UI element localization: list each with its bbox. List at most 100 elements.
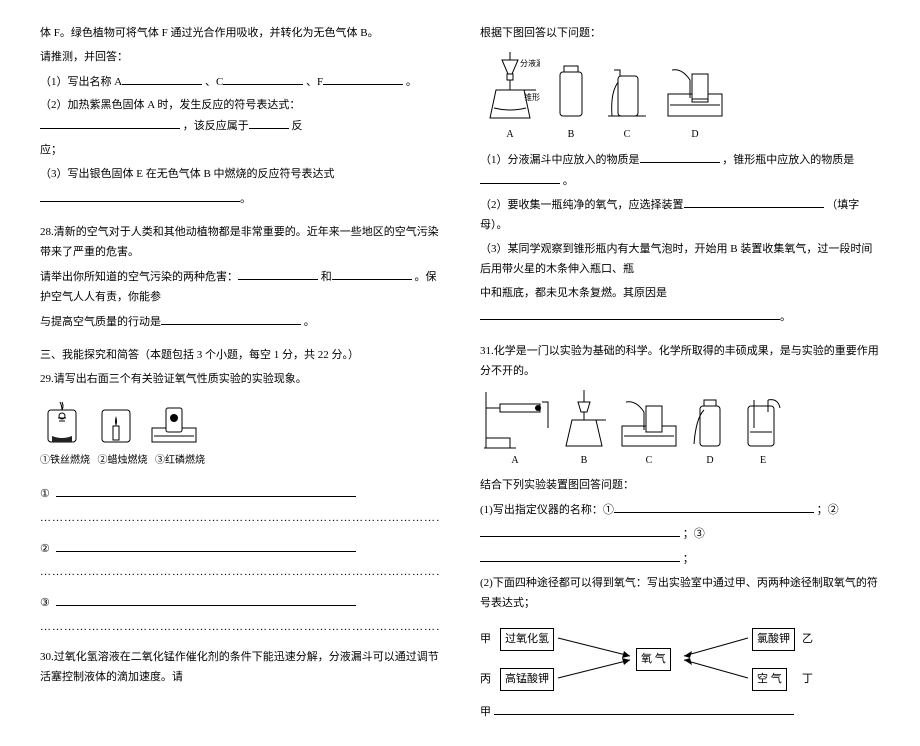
blank (480, 549, 680, 562)
blank (56, 484, 356, 497)
blank (640, 150, 720, 163)
blank (161, 312, 301, 325)
num-2: ② (40, 540, 56, 560)
text: 。 (304, 316, 315, 328)
answer-line-2: ② (40, 539, 440, 560)
question-3: （3）写出银色固体 E 在无色气体 B 中燃烧的反应符号表达式 (40, 165, 440, 185)
label-c: C (646, 452, 653, 470)
blank (56, 593, 356, 606)
caption-1: ①铁丝燃烧 (40, 455, 90, 466)
blank (480, 171, 560, 184)
label-bing: 丙 (480, 670, 491, 690)
text: 。 (563, 175, 574, 187)
last-label: 甲 (480, 702, 880, 723)
iq2: (2)下面四种途径都可以得到氧气：写出实验室中通过甲、丙两种途径制取氧气的符号表… (480, 574, 880, 614)
jar-iron (40, 396, 84, 446)
dotted-separator: …………………………………………………………………………………………………… (40, 563, 440, 583)
jar-candle (94, 396, 138, 446)
answer-line-3: ③ (40, 593, 440, 614)
box-o2: 氧 气 (636, 648, 671, 672)
dotted-separator: …………………………………………………………………………………………………… (40, 509, 440, 529)
right-column: 根据下图回答以下问题： 分液漏斗 锥形瓶 A (480, 20, 880, 726)
label-a: A (506, 126, 513, 144)
blank (40, 116, 180, 129)
label-a: A (511, 452, 518, 470)
text: 。 (240, 193, 251, 205)
iq1: (1)写出指定仪器的名称：① ；② (480, 500, 880, 521)
rq3b: 中和瓶底，都未见木条复燃。其原因是 (480, 284, 880, 304)
box-h2o2: 过氧化氢 (500, 628, 554, 652)
text: 和 (321, 271, 332, 283)
question-1: （1）写出名称 A 、C 、F 。 (40, 72, 440, 93)
figure-apparatus-abcde: A B C (480, 388, 880, 470)
blank (480, 307, 780, 320)
q29: 29.请写出右面三个有关验证氧气性质实验的实验现象。 (40, 370, 440, 390)
label-b: B (568, 126, 575, 144)
box-kmno4: 高锰酸钾 (500, 668, 554, 692)
text: ，该反应属于 (183, 120, 249, 132)
blank (332, 267, 412, 280)
apparatus-e2: E (740, 388, 786, 470)
q28-line2: 请举出你所知道的空气污染的两种危害： 和 。保护空气人人有责，你能参 (40, 267, 440, 308)
blank (56, 539, 356, 552)
text: ；③ (683, 528, 705, 540)
num-3: ③ (40, 594, 56, 614)
apparatus-d: D (662, 50, 728, 144)
blank (614, 500, 814, 513)
blank (40, 189, 240, 202)
text: （1）分液漏斗中应放入的物质是 (480, 154, 640, 166)
text: （1）写出名称 A (40, 76, 122, 88)
blank-line: 。 (40, 189, 440, 210)
label-jia: 甲 (480, 630, 491, 650)
text-line: 根据下图回答以下问题： (480, 24, 880, 44)
figure-captions: ①铁丝燃烧 ②蜡烛燃烧 ③红磷燃烧 (40, 452, 440, 470)
text: 与提高空气质量的行动是 (40, 316, 161, 328)
blank (122, 72, 202, 85)
text-line: 应； (40, 141, 440, 161)
rq1: （1）分液漏斗中应放入的物质是 ，锥形瓶中应放入的物质是 。 (480, 150, 880, 192)
label-funnel-text: 分液漏斗 (520, 58, 540, 68)
box-air: 空 气 (752, 668, 787, 692)
text: （2）加热紫黑色固体 A 时，发生反应的符号表达式： (40, 99, 300, 111)
label-b: B (581, 452, 588, 470)
apparatus-b2: B (560, 388, 608, 470)
text: 甲 (480, 706, 491, 718)
label-yi: 乙 (802, 630, 813, 650)
blank (238, 267, 318, 280)
blank (480, 524, 680, 537)
text: （3）写出银色固体 E 在无色气体 B 中燃烧的反应符号表达式 (40, 168, 335, 180)
text: ，锥形瓶中应放入的物质是 (722, 154, 854, 166)
box-kclo3: 氯酸钾 (752, 628, 795, 652)
caption-2: ②蜡烛燃烧 (98, 455, 148, 466)
below-q: 结合下列实验装置图回答问题： (480, 476, 880, 496)
text: 、F (306, 76, 323, 88)
text: 。 (406, 76, 417, 88)
label-flask-text: 锥形瓶 (524, 92, 540, 102)
text: 、C (205, 76, 223, 88)
num-1: ① (40, 485, 56, 505)
iq1-cont2: ； (480, 549, 880, 570)
label-d: D (691, 126, 698, 144)
iq1-cont: ；③ (480, 524, 880, 545)
blank (494, 702, 794, 715)
figure-experiments (40, 396, 440, 446)
apparatus-a2: A (480, 388, 550, 470)
figure-apparatus-abcd: 分液漏斗 锥形瓶 A B C (480, 50, 880, 144)
text: (1)写出指定仪器的名称：① (480, 504, 614, 516)
apparatus-c: C (602, 50, 652, 144)
dotted-separator: …………………………………………………………………………………………………… (40, 618, 440, 638)
apparatus-d2: D (690, 388, 730, 470)
section-3-title: 三、我能探究和简答（本题包括 3 个小题，每空 1 分，共 22 分。） (40, 346, 440, 366)
left-column: 体 F。绿色植物可将气体 F 通过光合作用吸收，并转化为无色气体 B。 请推测，… (40, 20, 440, 726)
text: 反 (292, 120, 303, 132)
q30: 30.过氧化氢溶液在二氧化锰作催化剂的条件下能迅速分解，分液漏斗可以通过调节活塞… (40, 648, 440, 688)
blank (684, 195, 824, 208)
text: 中和瓶底，都未见木条复燃。其原因是 (480, 287, 667, 299)
text-line: 体 F。绿色植物可将气体 F 通过光合作用吸收，并转化为无色气体 B。 (40, 24, 440, 44)
rq3a: （3）某同学观察到锥形瓶内有大量气泡时，开始用 B 装置收集氧气，过一段时间后用… (480, 240, 880, 280)
answer-line-1: ① (40, 484, 440, 505)
reaction-diagram: 甲 过氧化氢 丙 高锰酸钾 氧 气 氯酸钾 乙 空 气 丁 (480, 618, 820, 698)
text-line: 请推测，并回答： (40, 48, 440, 68)
label-e: E (760, 452, 766, 470)
label-c: C (624, 126, 631, 144)
